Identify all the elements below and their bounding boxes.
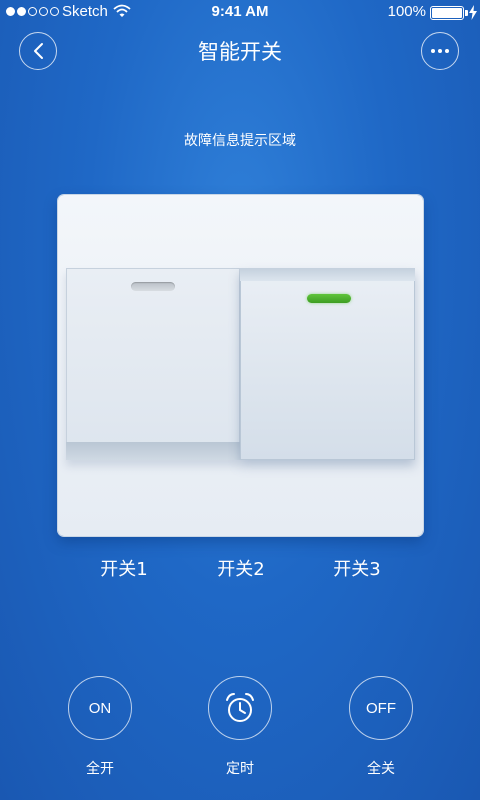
fault-info-area: 故障信息提示区域 <box>184 133 296 149</box>
battery-icon <box>430 6 464 20</box>
switch-label-3[interactable]: 开关3 <box>307 555 407 581</box>
all-off-label: 全关 <box>367 761 395 777</box>
switch-labels: 开关1 开关2 开关3 <box>0 555 480 581</box>
all-on-button[interactable]: ON <box>68 676 132 740</box>
status-bar: Sketch 9:41 AM 100% <box>0 0 480 24</box>
all-on-label: 全开 <box>86 761 114 777</box>
switch-key-2[interactable] <box>240 268 415 460</box>
lightning-icon <box>469 5 477 20</box>
more-button[interactable] <box>421 32 459 70</box>
all-on-button-text: ON <box>88 699 112 717</box>
switch-label-2[interactable]: 开关2 <box>191 555 291 581</box>
battery-percent: 100% <box>387 3 426 20</box>
more-dots-icon <box>431 49 449 53</box>
all-off-button[interactable]: OFF <box>349 676 413 740</box>
timer-label: 定时 <box>226 761 254 777</box>
key-top-edge <box>240 268 415 281</box>
alarm-clock-icon <box>226 693 254 722</box>
indicator-light-off <box>131 282 175 291</box>
switch-panel <box>58 195 423 536</box>
switch-label-1[interactable]: 开关1 <box>74 555 174 581</box>
indicator-light-on <box>307 294 351 303</box>
all-off-button-text: OFF <box>366 699 396 717</box>
page-title: 智能开关 <box>198 40 282 64</box>
switch-key-1[interactable] <box>66 268 240 460</box>
key-lower-edge <box>66 442 240 460</box>
timer-button[interactable] <box>208 676 272 740</box>
